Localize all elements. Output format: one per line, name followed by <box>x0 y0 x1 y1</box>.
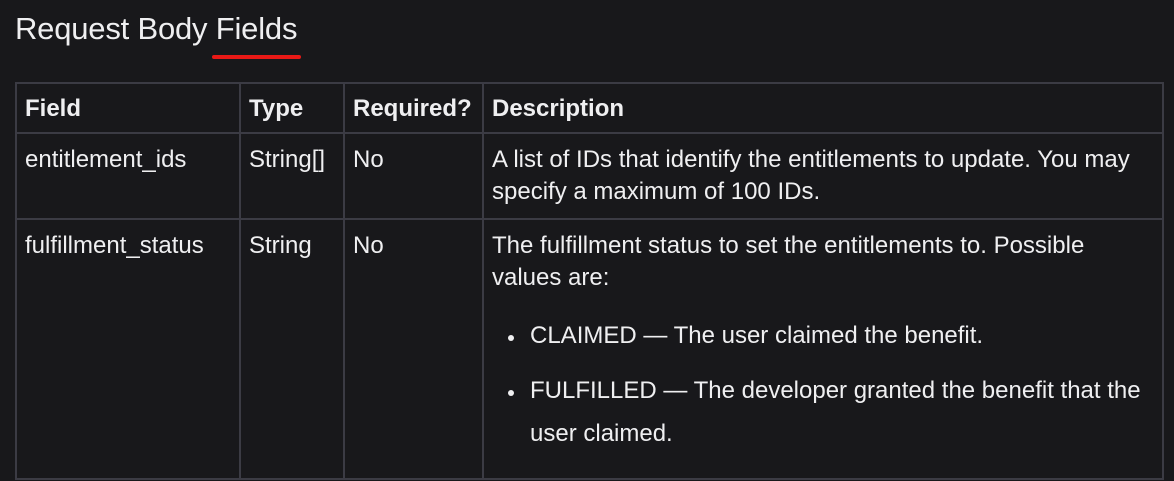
cell-description: The fulfillment status to set the entitl… <box>482 218 1164 480</box>
list-item: CLAIMED — The user claimed the benefit. <box>526 314 1154 357</box>
column-header-type: Type <box>239 82 345 134</box>
request-body-fields-table: Field Type Required? Description entitle… <box>15 82 1164 480</box>
column-header-description: Description <box>482 82 1164 134</box>
column-header-field: Field <box>15 82 241 134</box>
cell-field: entitlement_ids <box>15 132 241 220</box>
table-row: entitlement_ids String[] No A list of ID… <box>15 132 1164 220</box>
cell-required: No <box>343 132 484 220</box>
heading-text: Request Body <box>15 11 216 46</box>
cell-field: fulfillment_status <box>15 218 241 480</box>
possible-values-list: CLAIMED — The user claimed the benefit. … <box>492 314 1154 455</box>
heading-underlined-text: Fields <box>211 8 301 59</box>
section-heading: Request Body Fields <box>15 8 301 59</box>
description-text: The fulfillment status to set the entitl… <box>492 232 1085 291</box>
list-item: FULFILLED — The developer granted the be… <box>526 369 1154 455</box>
cell-type: String[] <box>239 132 345 220</box>
table-row: fulfillment_status String No The fulfill… <box>15 218 1164 480</box>
column-header-required: Required? <box>343 82 484 134</box>
table-header-row: Field Type Required? Description <box>15 82 1164 134</box>
cell-required: No <box>343 218 484 480</box>
cell-description: A list of IDs that identify the entitlem… <box>482 132 1164 220</box>
cell-type: String <box>239 218 345 480</box>
